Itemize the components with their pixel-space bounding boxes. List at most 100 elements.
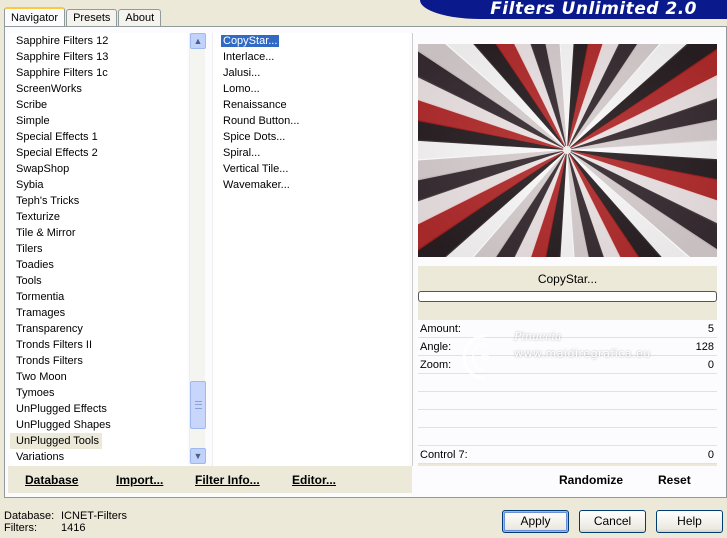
parameter-toolbar: Randomize Reset <box>418 466 717 493</box>
scroll-up-button[interactable]: ▲ <box>190 33 206 49</box>
category-item[interactable]: Tymoes <box>10 385 187 401</box>
parameter-label: Amount: <box>420 323 461 335</box>
tab-about[interactable]: About <box>118 9 162 27</box>
navigator-toolbar: Database Import... Filter Info... Editor… <box>8 466 412 493</box>
preview-image <box>418 44 717 257</box>
parameter-row[interactable]: Zoom: 0 <box>418 356 717 374</box>
filter-item-label: Lomo... <box>223 83 260 95</box>
category-item[interactable]: UnPlugged Shapes <box>10 417 187 433</box>
panel-divider <box>412 33 413 466</box>
chevron-down-icon: ▼ <box>193 451 203 461</box>
parameter-row[interactable] <box>418 428 717 446</box>
filter-item[interactable]: Lomo... <box>213 81 409 97</box>
category-item[interactable]: Scribe <box>10 97 187 113</box>
filter-item[interactable]: Renaissance <box>213 97 409 113</box>
filter-item-label: Renaissance <box>223 99 287 111</box>
category-item[interactable]: UnPlugged Effects <box>10 401 187 417</box>
chevron-up-icon: ▲ <box>193 36 203 46</box>
filter-item-label: Wavemaker... <box>223 179 290 191</box>
category-item[interactable]: Sybia <box>10 177 187 193</box>
filter-item[interactable]: Vertical Tile... <box>213 161 409 177</box>
parameter-row[interactable] <box>418 410 717 428</box>
parameter-row[interactable] <box>418 374 717 392</box>
filter-item-label: Vertical Tile... <box>223 163 289 175</box>
parameter-panel: CopyStar... Amount: 5 Angle: 128 Zoom: 0 Contr… <box>418 266 717 466</box>
category-item[interactable]: Texturize <box>10 209 187 225</box>
filter-item-label: Spiral... <box>223 147 261 159</box>
parameter-label: Control 7: <box>420 449 468 461</box>
filter-item-label: CopyStar... <box>221 35 280 47</box>
parameter-value: 0 <box>707 359 714 371</box>
reset-button[interactable]: Reset <box>658 473 691 487</box>
filter-preview <box>418 44 717 257</box>
filter-item[interactable]: Interlace... <box>213 49 409 65</box>
tab-bar: Navigator Presets About <box>4 7 162 28</box>
filter-list[interactable]: CopyStar... Interlace... Jalusi... Lomo... R… <box>212 33 409 466</box>
category-item[interactable]: Tronds Filters II <box>10 337 187 353</box>
randomize-button[interactable]: Randomize <box>559 473 623 487</box>
category-item[interactable]: Tramages <box>10 305 187 321</box>
filter-item-label: Jalusi... <box>223 67 261 79</box>
database-button[interactable]: Database <box>25 473 78 487</box>
parameter-value: 5 <box>707 323 714 335</box>
category-item[interactable]: SwapShop <box>10 161 187 177</box>
database-label: Database: <box>4 510 55 522</box>
editor-button[interactable]: Editor... <box>292 473 336 487</box>
filter-item[interactable]: Round Button... <box>213 113 409 129</box>
tab-navigator[interactable]: Navigator <box>4 7 66 28</box>
app-title: Filters Unlimited 2.0 <box>490 0 697 19</box>
tab-presets[interactable]: Presets <box>66 9 118 27</box>
parameter-list: Amount: 5 Angle: 128 Zoom: 0 Control 7: 0 <box>418 320 717 464</box>
filter-item-label: Spice Dots... <box>223 131 286 143</box>
filter-item[interactable]: Wavemaker... <box>213 177 409 193</box>
category-item[interactable]: Tools <box>10 273 187 289</box>
category-item[interactable]: Tile & Mirror <box>10 225 187 241</box>
database-value: ICNET-Filters <box>61 510 127 522</box>
filter-item[interactable]: CopyStar... <box>213 33 409 49</box>
filter-info-button[interactable]: Filter Info... <box>195 473 260 487</box>
filter-item[interactable]: Jalusi... <box>213 65 409 81</box>
category-list[interactable]: Sapphire Filters 12 Sapphire Filters 13 Sa… <box>10 33 187 466</box>
parameter-row[interactable]: Amount: 5 <box>418 320 717 338</box>
category-item[interactable]: Sapphire Filters 12 <box>10 33 187 49</box>
category-item[interactable]: ScreenWorks <box>10 81 187 97</box>
title-banner: Filters Unlimited 2.0 <box>420 0 727 19</box>
filter-item[interactable]: Spice Dots... <box>213 129 409 145</box>
category-item[interactable]: Transparency <box>10 321 187 337</box>
parameter-label: Angle: <box>420 341 452 353</box>
category-item[interactable]: Tormentia <box>10 289 187 305</box>
category-item[interactable]: Tronds Filters <box>10 353 187 369</box>
category-item[interactable]: Special Effects 1 <box>10 129 187 145</box>
filter-item-label: Interlace... <box>223 51 275 63</box>
parameter-value: 128 <box>695 341 714 353</box>
import-button[interactable]: Import... <box>116 473 163 487</box>
selected-filter-name: CopyStar... <box>537 272 598 286</box>
parameter-row[interactable]: Control 7: 0 <box>418 446 717 464</box>
category-item[interactable]: UnPlugged Tools <box>10 433 102 449</box>
category-item[interactable]: Variations <box>10 449 187 465</box>
help-button[interactable]: Help <box>656 510 723 533</box>
scroll-thumb[interactable] <box>190 381 206 429</box>
filters-count-value: 1416 <box>61 522 86 534</box>
scroll-down-button[interactable]: ▼ <box>190 448 206 464</box>
filter-item-label: Round Button... <box>223 115 300 127</box>
category-item[interactable]: Sapphire Filters 1c <box>10 65 187 81</box>
category-scrollbar[interactable]: ▲ ▼ <box>189 33 206 464</box>
category-item[interactable]: Teph's Tricks <box>10 193 187 209</box>
filter-item[interactable]: Spiral... <box>213 145 409 161</box>
cancel-button[interactable]: Cancel <box>579 510 646 533</box>
parameter-row[interactable] <box>418 392 717 410</box>
category-item[interactable]: Sapphire Filters 13 <box>10 49 187 65</box>
category-item[interactable]: Simple <box>10 113 187 129</box>
category-item[interactable]: Toadies <box>10 257 187 273</box>
apply-button[interactable]: Apply <box>502 510 569 533</box>
filters-count-label: Filters: <box>4 522 37 534</box>
category-item[interactable]: Two Moon <box>10 369 187 385</box>
parameter-label: Zoom: <box>420 359 452 371</box>
category-item[interactable]: Tilers <box>10 241 187 257</box>
progress-bar <box>418 291 717 302</box>
category-item[interactable]: Special Effects 2 <box>10 145 187 161</box>
parameter-value: 0 <box>707 449 714 461</box>
parameter-row[interactable]: Angle: 128 <box>418 338 717 356</box>
status-info: Database: ICNET-Filters Filters: 1416 <box>4 510 127 534</box>
